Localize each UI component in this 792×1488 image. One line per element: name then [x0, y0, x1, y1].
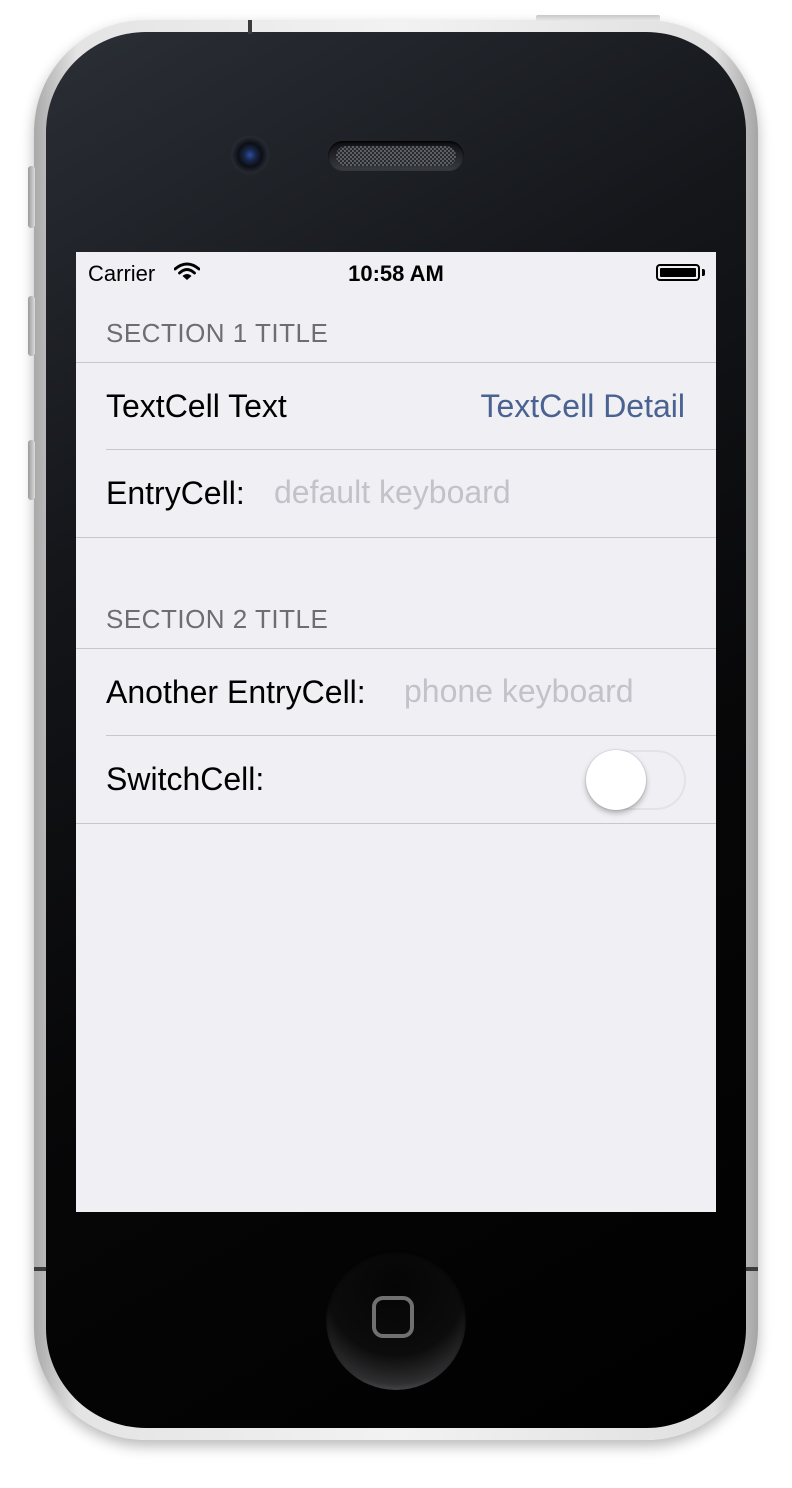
antenna-band-left [34, 1267, 46, 1271]
another-entry-cell: Another EntryCell: [76, 649, 716, 735]
earpiece-speaker [328, 141, 464, 171]
entry-cell-label: EntryCell: [106, 475, 245, 511]
antenna-band-right [746, 1267, 758, 1271]
another-entry-cell-label: Another EntryCell: [106, 674, 366, 710]
text-cell[interactable]: TextCell Text TextCell Detail [76, 363, 716, 449]
sleep-wake-button[interactable] [536, 15, 660, 21]
separator [76, 823, 716, 824]
text-cell-detail: TextCell Detail [480, 388, 685, 424]
front-camera [232, 137, 268, 173]
screen: Carrier 10:58 AM SECTION 1 TITLE TextCel… [76, 252, 716, 1212]
home-button[interactable] [326, 1250, 466, 1390]
switch-knob [586, 750, 646, 810]
battery-icon [656, 264, 700, 281]
entry-cell-input[interactable] [274, 469, 694, 515]
switch-cell: SwitchCell: [76, 736, 716, 822]
switch-cell-label: SwitchCell: [106, 761, 265, 797]
volume-up-button[interactable] [28, 296, 35, 356]
battery-level [660, 268, 696, 277]
home-button-icon [372, 1296, 414, 1338]
switch-toggle[interactable] [586, 750, 686, 810]
volume-down-button[interactable] [28, 440, 35, 500]
section-2-table: Another EntryCell: SwitchCell: [76, 648, 716, 824]
section-2-title: SECTION 2 TITLE [106, 604, 329, 634]
status-time: 10:58 AM [348, 261, 444, 286]
entry-cell: EntryCell: [76, 450, 716, 536]
battery-tip [702, 269, 705, 276]
separator [76, 537, 716, 538]
antenna-band-top [248, 20, 252, 34]
speaker-grill [336, 146, 456, 166]
section-1-table: TextCell Text TextCell Detail EntryCell: [76, 362, 716, 538]
text-cell-text: TextCell Text [106, 388, 287, 424]
another-entry-cell-input[interactable] [404, 668, 694, 714]
status-bar: Carrier 10:58 AM [76, 252, 716, 292]
section-1-title: SECTION 1 TITLE [106, 318, 329, 348]
ring-silent-switch[interactable] [28, 166, 35, 228]
